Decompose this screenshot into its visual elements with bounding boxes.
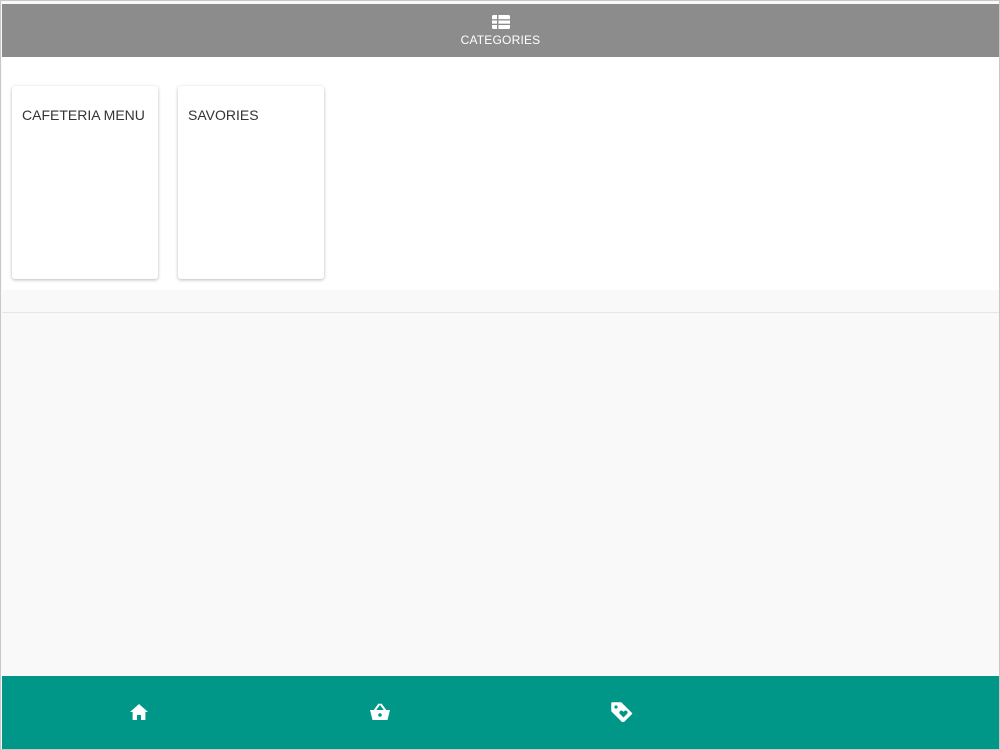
category-label: SAVORIES [188, 107, 259, 123]
tag-heart-icon [611, 702, 633, 722]
basket-button[interactable] [367, 699, 393, 725]
basket-icon [370, 703, 390, 720]
section-divider [2, 312, 999, 313]
category-label: CAFETERIA MENU [22, 107, 145, 123]
category-grid: CAFETERIA MENU SAVORIES [2, 57, 999, 290]
header-title: CATEGORIES [460, 32, 541, 47]
category-card-cafeteria-menu[interactable]: CAFETERIA MENU [12, 86, 158, 279]
offers-button[interactable] [609, 699, 635, 725]
table-list-icon [491, 14, 510, 29]
bottom-navigation [2, 676, 999, 749]
category-card-savories[interactable]: SAVORIES [178, 86, 324, 279]
home-icon [130, 704, 148, 720]
home-button[interactable] [126, 699, 152, 725]
categories-header[interactable]: CATEGORIES [2, 4, 999, 57]
app-window: CATEGORIES CAFETERIA MENU SAVORIES [0, 0, 1000, 750]
